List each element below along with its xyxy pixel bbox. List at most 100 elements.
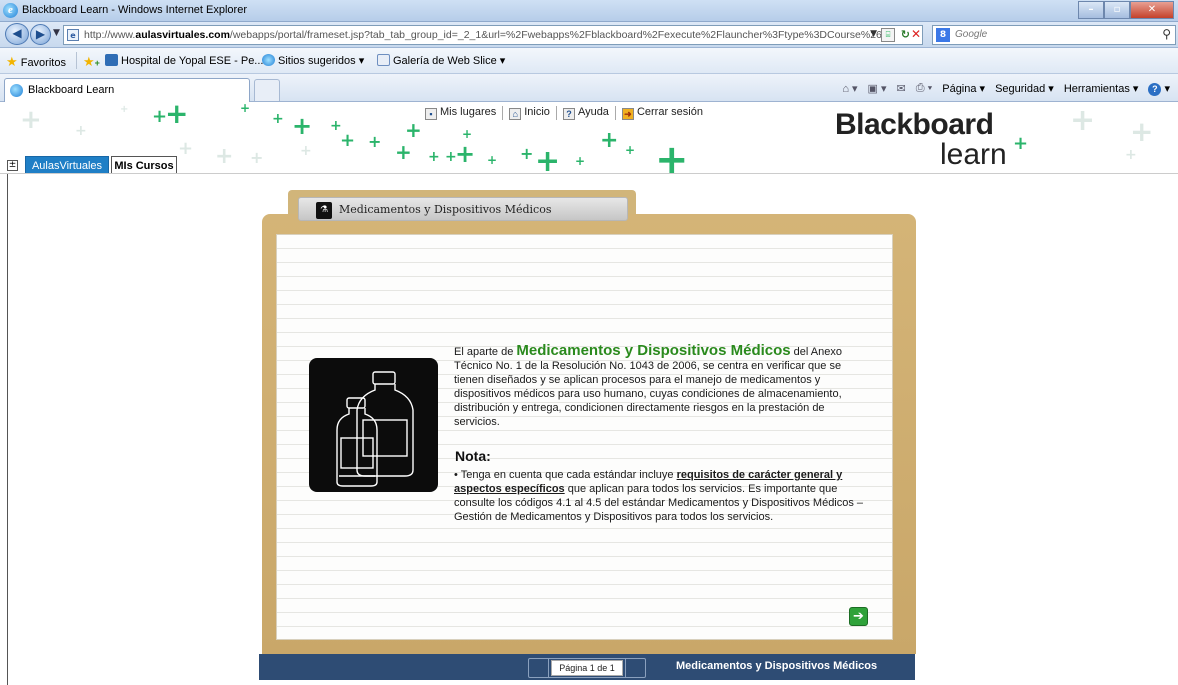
decor-plus-icon: +: [215, 144, 234, 169]
decor-plus-icon: +: [405, 118, 422, 142]
mail-icon[interactable]: ✉: [897, 82, 906, 96]
window-title: Blackboard Learn - Windows Internet Expl…: [22, 4, 247, 16]
blackboard-logo: Blackboard: [835, 108, 994, 141]
help-icon: ?: [1148, 83, 1162, 96]
next-page-button[interactable]: ➔: [849, 607, 868, 626]
feeds-icon[interactable]: ▣ ▾: [868, 82, 887, 96]
print-icon[interactable]: ⎙ ▾: [916, 82, 932, 96]
separator: [502, 106, 504, 120]
website-icon: [105, 54, 118, 66]
tab-aulas-virtuales[interactable]: AulasVirtuales: [25, 156, 109, 173]
page-icon: e: [67, 29, 79, 41]
decor-plus-icon: +: [75, 123, 87, 139]
url-field[interactable]: e http://www.aulasvirtuales.com/webapps/…: [63, 25, 923, 45]
learn-logo: learn: [940, 138, 1007, 171]
separator: [76, 52, 77, 69]
decor-plus-icon: +: [455, 140, 476, 168]
blackboard-header: + + + + + + + + + + + + + + + + + + + + …: [0, 102, 1178, 174]
ie-page-icon: [262, 54, 275, 66]
history-dropdown-icon[interactable]: ▼: [53, 28, 60, 38]
decor-plus-icon: +: [487, 153, 498, 167]
add-favorite-icon[interactable]: ★+: [83, 54, 100, 70]
cerrar-sesion-link[interactable]: ➜ Cerrar sesión: [621, 106, 703, 120]
intro-paragraph: El aparte de Medicamentos y Dispositivos…: [454, 342, 842, 428]
new-tab-button[interactable]: [254, 79, 280, 101]
search-input[interactable]: 8 Google ⚲: [932, 25, 1176, 45]
intro-highlight: Medicamentos y Dispositivos Médicos: [516, 342, 791, 359]
decor-plus-icon: +: [428, 149, 440, 165]
next-page-nav-button[interactable]: [625, 659, 645, 677]
decor-plus-icon: +: [120, 104, 129, 115]
decor-plus-icon: +: [292, 112, 313, 140]
footer-title: Medicamentos y Dispositivos Médicos: [676, 660, 878, 672]
google-logo-icon: 8: [936, 28, 950, 42]
fav-sitios-sugeridos[interactable]: Sitios sugeridos ▾: [262, 54, 364, 67]
tab-bar: Blackboard Learn ⌂ ▾ ▣ ▾ ✉ ⎙ ▾ Página ▾ …: [0, 74, 1178, 102]
nota-title: Nota:: [455, 448, 491, 464]
url-text[interactable]: http://www.aulasvirtuales.com/webapps/po…: [84, 29, 884, 41]
help-menu[interactable]: ? ▾: [1148, 82, 1170, 96]
decor-plus-icon: +: [1070, 103, 1096, 138]
mis-lugares-link[interactable]: ▪ Mis lugares: [425, 106, 496, 120]
logout-icon: ➜: [621, 108, 634, 120]
ie-tab-icon: [10, 84, 23, 97]
medicine-bottle-icon: ⚗: [316, 202, 332, 219]
places-icon: ▪: [425, 108, 437, 120]
decor-plus-icon: +: [600, 128, 619, 153]
command-bar: ⌂ ▾ ▣ ▾ ✉ ⎙ ▾ Página ▾ Seguridad ▾ Herra…: [842, 82, 1170, 96]
fav-hospital-yopal[interactable]: Hospital de Yopal ESE - Pe...: [105, 54, 263, 67]
decor-plus-icon: +: [178, 138, 194, 159]
ie-logo-icon: e: [3, 3, 18, 18]
folder-tab: ⚗ Medicamentos y Dispositivos Médicos: [298, 197, 628, 221]
decor-plus-icon: +: [20, 105, 42, 135]
seguridad-menu[interactable]: Seguridad ▾: [995, 82, 1054, 96]
url-dropdown-icon[interactable]: ▼: [870, 29, 877, 39]
decor-plus-icon: +: [655, 137, 689, 174]
decor-plus-icon: +: [300, 143, 312, 159]
home-icon[interactable]: ⌂ ▾: [842, 82, 857, 96]
frame-divider: [7, 174, 8, 685]
tab-blackboard-learn[interactable]: Blackboard Learn: [4, 78, 250, 102]
ayuda-link[interactable]: ? Ayuda: [562, 106, 609, 120]
decor-plus-icon: +: [395, 140, 412, 164]
herramientas-menu[interactable]: Herramientas ▾: [1064, 82, 1139, 96]
refresh-icon[interactable]: ↻: [901, 28, 910, 41]
close-icon[interactable]: ✕: [1130, 1, 1174, 19]
maximize-icon[interactable]: ▫: [1104, 1, 1130, 19]
decor-plus-icon: +: [1130, 115, 1154, 148]
favorites-button[interactable]: ★ Favoritos: [6, 54, 66, 70]
inicio-link[interactable]: ⌂ Inicio: [509, 106, 550, 120]
star-icon: ★: [6, 54, 18, 69]
top-links: ▪ Mis lugares ⌂ Inicio ? Ayuda ➜ Cerrar sesi…: [425, 106, 703, 120]
back-button[interactable]: ◀: [5, 23, 29, 45]
stop-icon[interactable]: ✕: [911, 27, 921, 41]
forward-button[interactable]: ▶: [30, 24, 51, 45]
window-controls: – ▫ ✕: [1078, 1, 1174, 19]
decor-plus-icon: +: [240, 102, 251, 115]
browser-window: e Blackboard Learn - Windows Internet Ex…: [0, 0, 1178, 685]
search-icon[interactable]: ⚲: [1162, 27, 1171, 41]
title-bar: e Blackboard Learn - Windows Internet Ex…: [0, 0, 1178, 22]
decor-plus-icon: +: [575, 154, 586, 168]
favorites-bar: ★ Favoritos ★+ Hospital de Yopal ESE - P…: [0, 48, 1178, 74]
folder-title: Medicamentos y Dispositivos Médicos: [339, 203, 552, 216]
help-icon: ?: [562, 108, 575, 120]
pagina-menu[interactable]: Página ▾: [942, 82, 985, 96]
prev-page-button[interactable]: [529, 659, 549, 677]
minimize-icon[interactable]: –: [1078, 1, 1104, 19]
address-bar: ◀ ▶ ▼ e http://www.aulasvirtuales.com/we…: [0, 22, 1178, 48]
decor-plus-icon: +: [368, 132, 382, 151]
decor-plus-icon: +: [340, 130, 356, 151]
collapse-frame-icon[interactable]: ±: [7, 160, 18, 171]
decor-plus-icon: +: [462, 127, 473, 141]
learn-plus-icon: +: [1013, 133, 1029, 154]
compatibility-view-icon[interactable]: ⌸: [881, 28, 895, 42]
search-placeholder: Google: [955, 29, 988, 40]
fav-galeria-web-slice[interactable]: Galería de Web Slice ▾: [377, 54, 505, 67]
tab-mis-cursos[interactable]: MIs Cursos: [111, 156, 177, 173]
decor-plus-icon: +: [1125, 147, 1137, 163]
page-indicator: Página 1 de 1: [551, 660, 623, 676]
separator: [614, 106, 616, 120]
tab-label: Blackboard Learn: [28, 84, 115, 96]
home-icon: ⌂: [509, 108, 522, 120]
